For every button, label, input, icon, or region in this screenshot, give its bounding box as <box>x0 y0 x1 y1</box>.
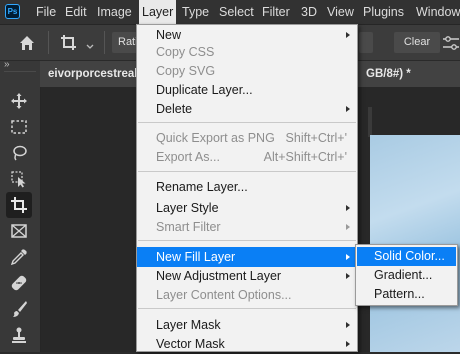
menu-separator <box>138 171 356 172</box>
clear-button[interactable]: Clear <box>394 32 440 53</box>
menu-item-copy-css: Copy CSS <box>156 45 215 59</box>
menu-select[interactable]: Select <box>219 0 254 24</box>
menu-edit[interactable]: Edit <box>65 0 87 24</box>
menu-separator <box>138 308 356 309</box>
submenu-item-pattern[interactable]: Pattern... <box>357 285 456 304</box>
submenu-item-solid-color[interactable]: Solid Color... <box>357 247 456 266</box>
menu-window[interactable]: Window <box>416 0 460 24</box>
menu-separator <box>138 240 356 241</box>
menu-item-delete[interactable]: Delete <box>137 99 357 119</box>
separator <box>104 31 105 54</box>
menu-view[interactable]: View <box>327 0 354 24</box>
menu-item-vector-mask[interactable]: Vector Mask <box>137 334 357 354</box>
menu-bar: Ps File Edit Image Layer Type Select Fil… <box>0 0 460 25</box>
crop-tool-icon[interactable] <box>6 192 32 218</box>
fill-layer-submenu: Solid Color... Gradient... Pattern... <box>355 244 458 306</box>
collapse-panel-icon[interactable]: » <box>4 59 10 70</box>
submenu-arrow-icon <box>346 341 350 347</box>
menu-item-layer-style[interactable]: Layer Style <box>137 198 357 218</box>
menu-image[interactable]: Image <box>97 0 132 24</box>
move-tool-icon[interactable] <box>6 88 32 114</box>
tools-panel: » <box>0 59 41 352</box>
menu-type[interactable]: Type <box>182 0 209 24</box>
submenu-arrow-icon <box>346 224 350 230</box>
canvas-edge <box>368 107 372 137</box>
object-selection-tool-icon[interactable] <box>6 166 32 192</box>
separator <box>48 31 49 54</box>
menu-filter[interactable]: Filter <box>262 0 290 24</box>
separator <box>4 71 36 72</box>
submenu-arrow-icon <box>346 106 350 112</box>
menu-3d[interactable]: 3D <box>301 0 317 24</box>
marquee-tool-icon[interactable] <box>6 114 32 140</box>
document-tab-mode: GB/8#) * <box>366 68 411 80</box>
brush-tool-icon[interactable] <box>6 296 32 322</box>
menu-separator <box>138 122 356 123</box>
menu-item-layer-content-options: Layer Content Options... <box>156 288 292 302</box>
ratio-field[interactable] <box>359 32 373 53</box>
document-tab-title: eivorporcestreal <box>48 68 138 80</box>
menu-item-duplicate-layer[interactable]: Duplicate Layer... <box>137 80 357 100</box>
home-icon[interactable] <box>18 34 36 52</box>
menu-item-export-as: Export As... Alt+Shift+Ctrl+' <box>156 150 347 164</box>
submenu-arrow-icon <box>346 322 350 328</box>
ratio-select[interactable]: Ratio <box>112 32 144 53</box>
layer-menu: New Copy CSS Copy SVG Duplicate Layer...… <box>136 24 358 352</box>
menu-file[interactable]: File <box>36 0 56 24</box>
slider-icon[interactable] <box>442 35 460 51</box>
document-tab[interactable]: eivorporcestreal <box>40 61 143 87</box>
eyedropper-tool-icon[interactable] <box>6 244 32 270</box>
menu-item-new-fill-layer[interactable]: New Fill Layer <box>137 247 357 267</box>
healing-brush-tool-icon[interactable] <box>6 270 32 296</box>
photoshop-logo[interactable]: Ps <box>5 4 20 19</box>
submenu-arrow-icon <box>346 32 350 38</box>
lasso-tool-icon[interactable] <box>6 140 32 166</box>
menu-layer[interactable]: Layer <box>139 0 177 24</box>
submenu-arrow-icon <box>346 273 350 279</box>
document-tab-title-continued[interactable]: GB/8#) * <box>358 61 460 87</box>
submenu-arrow-icon <box>346 254 350 260</box>
menu-plugins[interactable]: Plugins <box>363 0 404 24</box>
crop-preset-icon[interactable] <box>60 34 80 52</box>
submenu-item-gradient[interactable]: Gradient... <box>357 266 456 285</box>
frame-tool-icon[interactable] <box>6 218 32 244</box>
menu-item-smart-filter: Smart Filter <box>137 217 357 237</box>
menu-item-copy-svg: Copy SVG <box>156 64 216 78</box>
chevron-down-icon[interactable] <box>86 39 94 49</box>
submenu-arrow-icon <box>346 205 350 211</box>
menu-item-rename-layer[interactable]: Rename Layer... <box>137 177 357 197</box>
menu-item-new-adjustment-layer[interactable]: New Adjustment Layer <box>137 266 357 286</box>
menu-item-quick-export-png: Quick Export as PNG Shift+Ctrl+' <box>156 131 347 145</box>
stamp-tool-icon[interactable] <box>6 322 32 348</box>
menu-item-layer-mask[interactable]: Layer Mask <box>137 315 357 335</box>
